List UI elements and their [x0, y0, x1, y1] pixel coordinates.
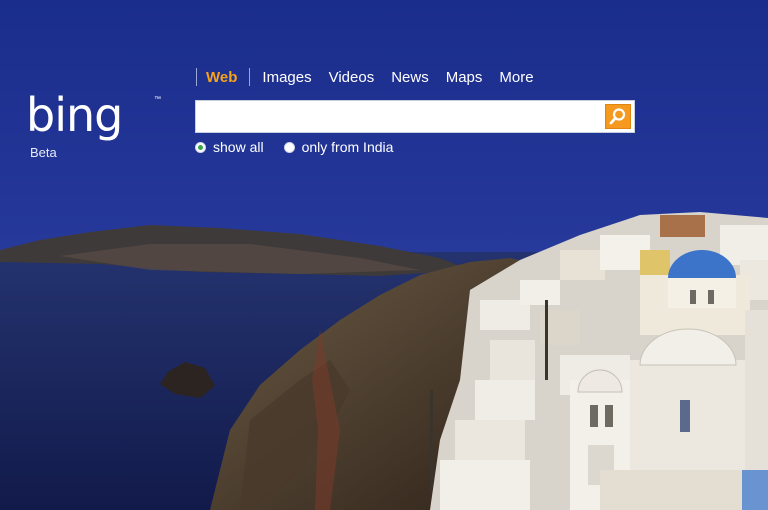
option-only-from-india[interactable]: only from India: [283, 139, 394, 155]
nav-item-videos[interactable]: Videos: [329, 69, 375, 86]
radio-only-from-india[interactable]: [283, 141, 295, 153]
top-nav: Web Images Videos News Maps More: [196, 66, 551, 88]
search-input[interactable]: [198, 103, 606, 132]
search-scope-options: show all only from India: [195, 139, 413, 155]
bing-logo[interactable]: bing ™: [26, 88, 161, 142]
logo-wordmark: bing: [26, 88, 123, 142]
search-box: [195, 100, 635, 133]
magnifier-icon: [609, 108, 626, 125]
nav-divider: [249, 68, 251, 86]
radio-show-all[interactable]: [195, 141, 206, 153]
beta-label: Beta: [30, 145, 57, 160]
option-show-all-label: show all: [213, 139, 264, 155]
trademark-mark: ™: [154, 96, 161, 103]
option-show-all[interactable]: show all: [195, 139, 264, 155]
option-only-from-india-label: only from India: [301, 139, 394, 155]
nav-item-more[interactable]: More: [499, 69, 533, 86]
nav-divider: [196, 68, 197, 86]
nav-item-web[interactable]: Web: [206, 69, 237, 86]
search-button[interactable]: [605, 104, 631, 129]
nav-item-images[interactable]: Images: [262, 69, 311, 86]
nav-item-maps[interactable]: Maps: [446, 69, 483, 86]
nav-item-news[interactable]: News: [391, 69, 429, 86]
